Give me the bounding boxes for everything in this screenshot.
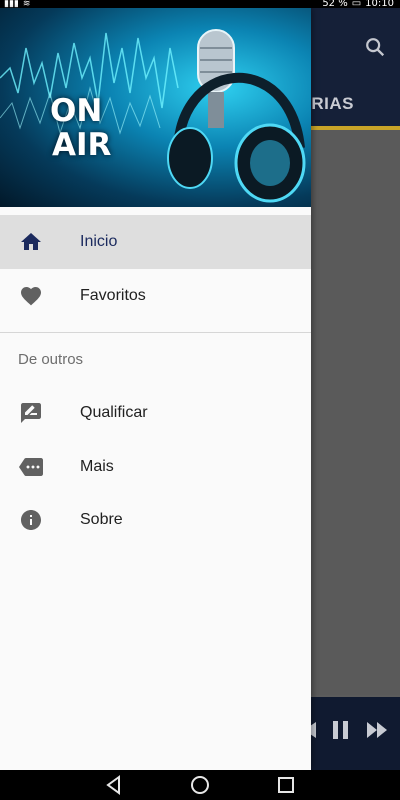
menu-item-favoritos[interactable]: Favoritos	[0, 269, 311, 323]
menu-item-label: Mais	[80, 458, 114, 475]
menu-item-label: Inicio	[80, 233, 118, 250]
audio-waveform-graphic	[0, 29, 306, 203]
menu-item-label: Qualificar	[80, 404, 148, 421]
menu-item-inicio[interactable]: Inicio	[0, 215, 311, 269]
headphones-graphic	[167, 73, 306, 203]
pause-icon[interactable]	[330, 719, 352, 741]
more-tag-icon	[19, 458, 43, 476]
on-air-line2: AIR	[52, 127, 112, 163]
on-air-line1: ON	[50, 93, 103, 129]
rate-review-icon	[21, 403, 41, 423]
drawer-header: ON AIR	[0, 8, 311, 207]
drawer-spacer	[0, 207, 311, 215]
menu-item-label: Sobre	[80, 511, 123, 528]
on-air-logo: ON AIR	[50, 94, 111, 162]
menu-item-label: Favoritos	[80, 287, 146, 304]
fast-forward-icon[interactable]	[365, 719, 389, 741]
navigation-drawer: ON AIR Inicio Favoritos De outros Qualif…	[0, 8, 311, 770]
section-title: De outros	[18, 351, 84, 368]
home-icon	[21, 233, 41, 250]
menu-item-qualificar[interactable]: Qualificar	[0, 386, 311, 440]
divider	[0, 332, 311, 333]
menu-item-mais[interactable]: Mais	[0, 440, 311, 494]
system-nav-bar	[0, 770, 400, 800]
info-icon	[21, 510, 41, 530]
home-button-icon[interactable]	[190, 775, 210, 795]
heart-icon	[21, 287, 41, 306]
status-bar: ▮▮▮ ≋ 52 % ▭ 10:10	[0, 0, 400, 9]
recents-icon[interactable]	[276, 775, 296, 795]
menu-item-sobre[interactable]: Sobre	[0, 493, 311, 547]
back-icon[interactable]	[104, 775, 124, 795]
search-icon[interactable]	[364, 36, 386, 58]
